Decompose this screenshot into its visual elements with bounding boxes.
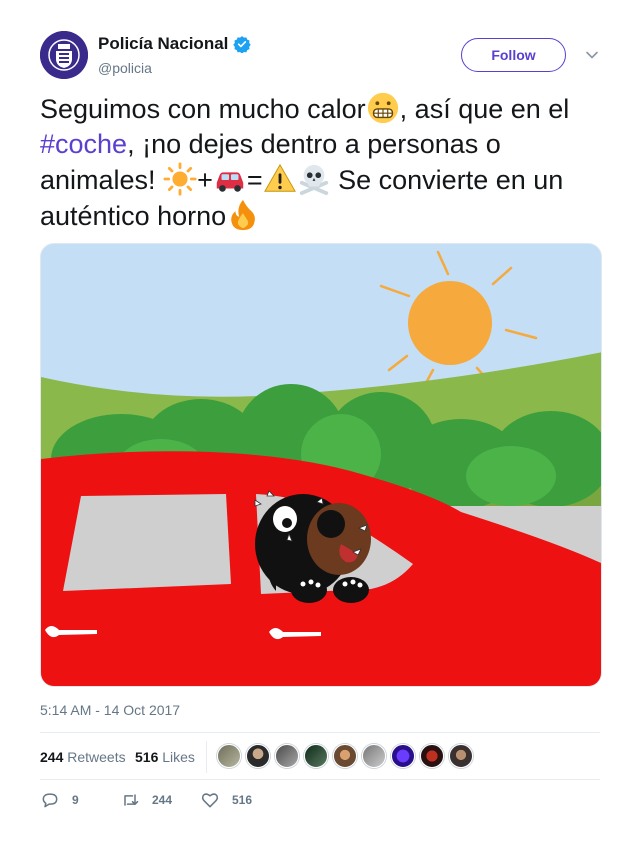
reply-action[interactable]: 9 [40, 790, 79, 810]
equals-sign: = [246, 165, 263, 195]
likes-label: Likes [162, 749, 195, 765]
retweets-count: 244 [40, 749, 64, 765]
liker-avatar[interactable] [449, 744, 473, 768]
stats-divider [206, 741, 207, 773]
name-row: Policía Nacional [98, 34, 252, 54]
retweets-stat[interactable]: 244 Retweets [40, 749, 126, 765]
retweet-count: 244 [152, 793, 173, 807]
likes-count: 516 [135, 749, 159, 765]
reply-count: 9 [72, 793, 79, 807]
hashtag-link[interactable]: #coche [40, 129, 127, 159]
tweet-text-part: , así que en el [399, 94, 570, 124]
tweet-stats: 244 Retweets 516 Likes [40, 732, 600, 780]
like-action[interactable]: 516 [200, 790, 252, 810]
liker-avatar[interactable] [246, 744, 270, 768]
warning-emoji [263, 163, 296, 192]
liker-avatar[interactable] [275, 744, 299, 768]
liker-avatar[interactable] [304, 744, 328, 768]
grimacing-face-emoji [367, 92, 398, 124]
tweet-header: Policía Nacional @policia Follow [40, 31, 600, 81]
follow-button[interactable]: Follow [461, 38, 566, 72]
tweet-timestamp[interactable]: 5:14 AM - 14 Oct 2017 [40, 702, 180, 718]
fire-emoji [231, 199, 256, 231]
retweet-action[interactable]: 244 [120, 790, 172, 810]
likers-avatars [217, 744, 473, 768]
dog-in-hot-car-illustration [41, 244, 601, 686]
tweet-text: Seguimos con mucho calor, así que en el … [40, 91, 610, 234]
car-emoji [216, 172, 244, 192]
skull-crossbones-emoji [299, 164, 328, 196]
heart-icon [201, 793, 219, 808]
verified-badge-icon [233, 36, 252, 53]
liker-avatar[interactable] [217, 744, 241, 768]
display-name[interactable]: Policía Nacional [98, 34, 228, 54]
police-badge-icon [40, 31, 88, 79]
liker-avatar[interactable] [391, 744, 415, 768]
tweet-actions: 9 244 516 [40, 790, 600, 814]
retweets-label: Retweets [67, 749, 126, 765]
liker-avatar[interactable] [362, 744, 386, 768]
tweet-media-image[interactable] [40, 243, 602, 687]
avatar[interactable] [40, 31, 88, 79]
retweet-icon [124, 794, 139, 806]
plus-sign: + [197, 165, 213, 195]
chevron-down-icon[interactable] [584, 47, 600, 63]
likes-stat[interactable]: 516 Likes [135, 749, 195, 765]
like-count: 516 [232, 793, 253, 807]
sun-emoji [163, 162, 197, 196]
liker-avatar[interactable] [333, 744, 357, 768]
tweet-text-part: Seguimos con mucho calor [40, 94, 366, 124]
user-handle[interactable]: @policia [98, 60, 152, 76]
liker-avatar[interactable] [420, 744, 444, 768]
reply-icon [42, 793, 58, 808]
